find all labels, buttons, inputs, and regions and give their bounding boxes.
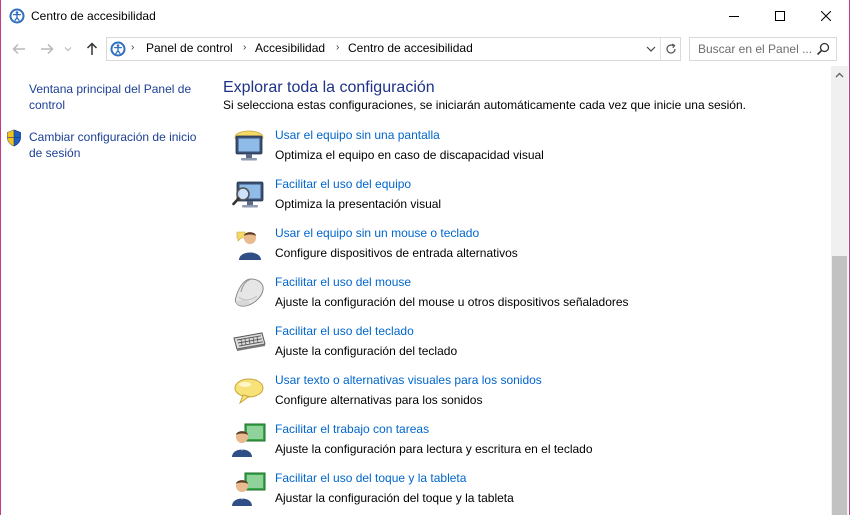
page-subtitle: Si selecciona estas configuraciones, se … bbox=[223, 98, 746, 112]
change-sign-in-settings-link[interactable]: Cambiar configuración de inicio de sesió… bbox=[29, 129, 199, 161]
item-description: Ajuste la configuración del teclado bbox=[275, 344, 458, 358]
breadcrumb-separator[interactable]: › bbox=[243, 42, 246, 53]
speech-bubble-icon bbox=[231, 373, 267, 409]
uac-shield-icon bbox=[6, 129, 22, 147]
forward-button[interactable] bbox=[37, 39, 57, 59]
address-dropdown-button[interactable] bbox=[642, 38, 660, 60]
minimize-button[interactable] bbox=[711, 0, 757, 32]
chevron-down-icon bbox=[646, 46, 656, 52]
arrow-up-icon bbox=[86, 42, 98, 55]
item-link[interactable]: Facilitar el trabajo con tareas bbox=[275, 422, 429, 436]
item-link[interactable]: Usar el equipo sin una pantalla bbox=[275, 128, 440, 142]
recent-locations-button[interactable] bbox=[61, 39, 75, 59]
vertical-scrollbar[interactable] bbox=[831, 66, 848, 515]
mouse-icon bbox=[231, 275, 267, 311]
chevron-up-icon bbox=[835, 72, 844, 77]
person-speech-icon bbox=[231, 226, 267, 262]
title-bar: Centro de accesibilidad bbox=[1, 0, 849, 32]
breadcrumb-control-panel[interactable]: Panel de control bbox=[146, 41, 233, 55]
list-item: Facilitar el uso del mouse Ajuste la con… bbox=[231, 275, 821, 319]
refresh-button[interactable] bbox=[660, 38, 681, 60]
item-description: Configure alternativas para los sonidos bbox=[275, 393, 483, 407]
magnifier-monitor-icon bbox=[231, 177, 267, 213]
list-item: Facilitar el uso del equipo Optimiza la … bbox=[231, 177, 821, 221]
breadcrumb-separator[interactable]: › bbox=[336, 42, 339, 53]
search-box[interactable] bbox=[689, 37, 837, 61]
maximize-button[interactable] bbox=[757, 0, 803, 32]
back-button[interactable] bbox=[9, 39, 29, 59]
breadcrumb-accessibility[interactable]: Accesibilidad bbox=[255, 41, 325, 55]
up-button[interactable] bbox=[82, 39, 102, 59]
arrow-left-icon bbox=[12, 43, 25, 55]
refresh-icon bbox=[666, 43, 676, 54]
item-link[interactable]: Facilitar el uso del toque y la tableta bbox=[275, 471, 466, 485]
control-panel-home-link[interactable]: Ventana principal del Panel de control bbox=[29, 81, 199, 113]
item-link[interactable]: Facilitar el uso del mouse bbox=[275, 275, 411, 289]
list-item: Facilitar el trabajo con tareas Ajuste l… bbox=[231, 422, 821, 466]
item-description: Configure dispositivos de entrada altern… bbox=[275, 246, 518, 260]
item-link[interactable]: Facilitar el uso del teclado bbox=[275, 324, 414, 338]
maximize-icon bbox=[775, 11, 785, 21]
list-item: Usar el equipo sin una pantalla Optimiza… bbox=[231, 128, 821, 172]
item-description: Optimiza la presentación visual bbox=[275, 197, 442, 211]
arrow-right-icon bbox=[41, 43, 54, 55]
close-button[interactable] bbox=[803, 0, 849, 32]
breadcrumb-separator[interactable]: › bbox=[131, 42, 134, 53]
person-board-icon bbox=[231, 422, 267, 458]
scrollbar-thumb[interactable] bbox=[832, 256, 847, 515]
item-link[interactable]: Usar texto o alternativas visuales para … bbox=[275, 373, 542, 387]
list-item: Usar texto o alternativas visuales para … bbox=[231, 373, 821, 417]
chevron-down-icon bbox=[64, 47, 72, 52]
breadcrumb-ease-of-access-center[interactable]: Centro de accesibilidad bbox=[348, 41, 473, 55]
minimize-icon bbox=[729, 16, 739, 17]
item-description: Ajuste la configuración para lectura y e… bbox=[275, 442, 593, 456]
keyboard-icon bbox=[231, 324, 267, 360]
address-bar[interactable]: › Panel de control › Accesibilidad › Cen… bbox=[106, 37, 681, 61]
scroll-up-button[interactable] bbox=[831, 66, 848, 83]
item-link[interactable]: Usar el equipo sin un mouse o teclado bbox=[275, 226, 479, 240]
window-title: Centro de accesibilidad bbox=[31, 9, 156, 23]
monitor-icon bbox=[231, 128, 267, 164]
search-icon[interactable] bbox=[816, 42, 830, 56]
page-title: Explorar toda la configuración bbox=[223, 79, 435, 96]
window-border-left bbox=[0, 0, 1, 515]
list-item: Usar el equipo sin un mouse o teclado Co… bbox=[231, 226, 821, 270]
item-description: Optimiza el equipo en caso de discapacid… bbox=[275, 148, 544, 162]
item-link[interactable]: Facilitar el uso del equipo bbox=[275, 177, 411, 191]
person-tablet-icon bbox=[231, 471, 267, 507]
list-item: Facilitar el uso del toque y la tableta … bbox=[231, 471, 821, 515]
close-icon bbox=[821, 11, 831, 21]
list-item: Facilitar el uso del teclado Ajuste la c… bbox=[231, 324, 821, 368]
control-panel-icon bbox=[110, 41, 126, 57]
search-input[interactable] bbox=[690, 38, 816, 60]
control-panel-app-icon bbox=[9, 8, 25, 24]
item-description: Ajuste la configuración del mouse u otro… bbox=[275, 295, 629, 309]
item-description: Ajustar la configuración del toque y la … bbox=[275, 491, 514, 505]
